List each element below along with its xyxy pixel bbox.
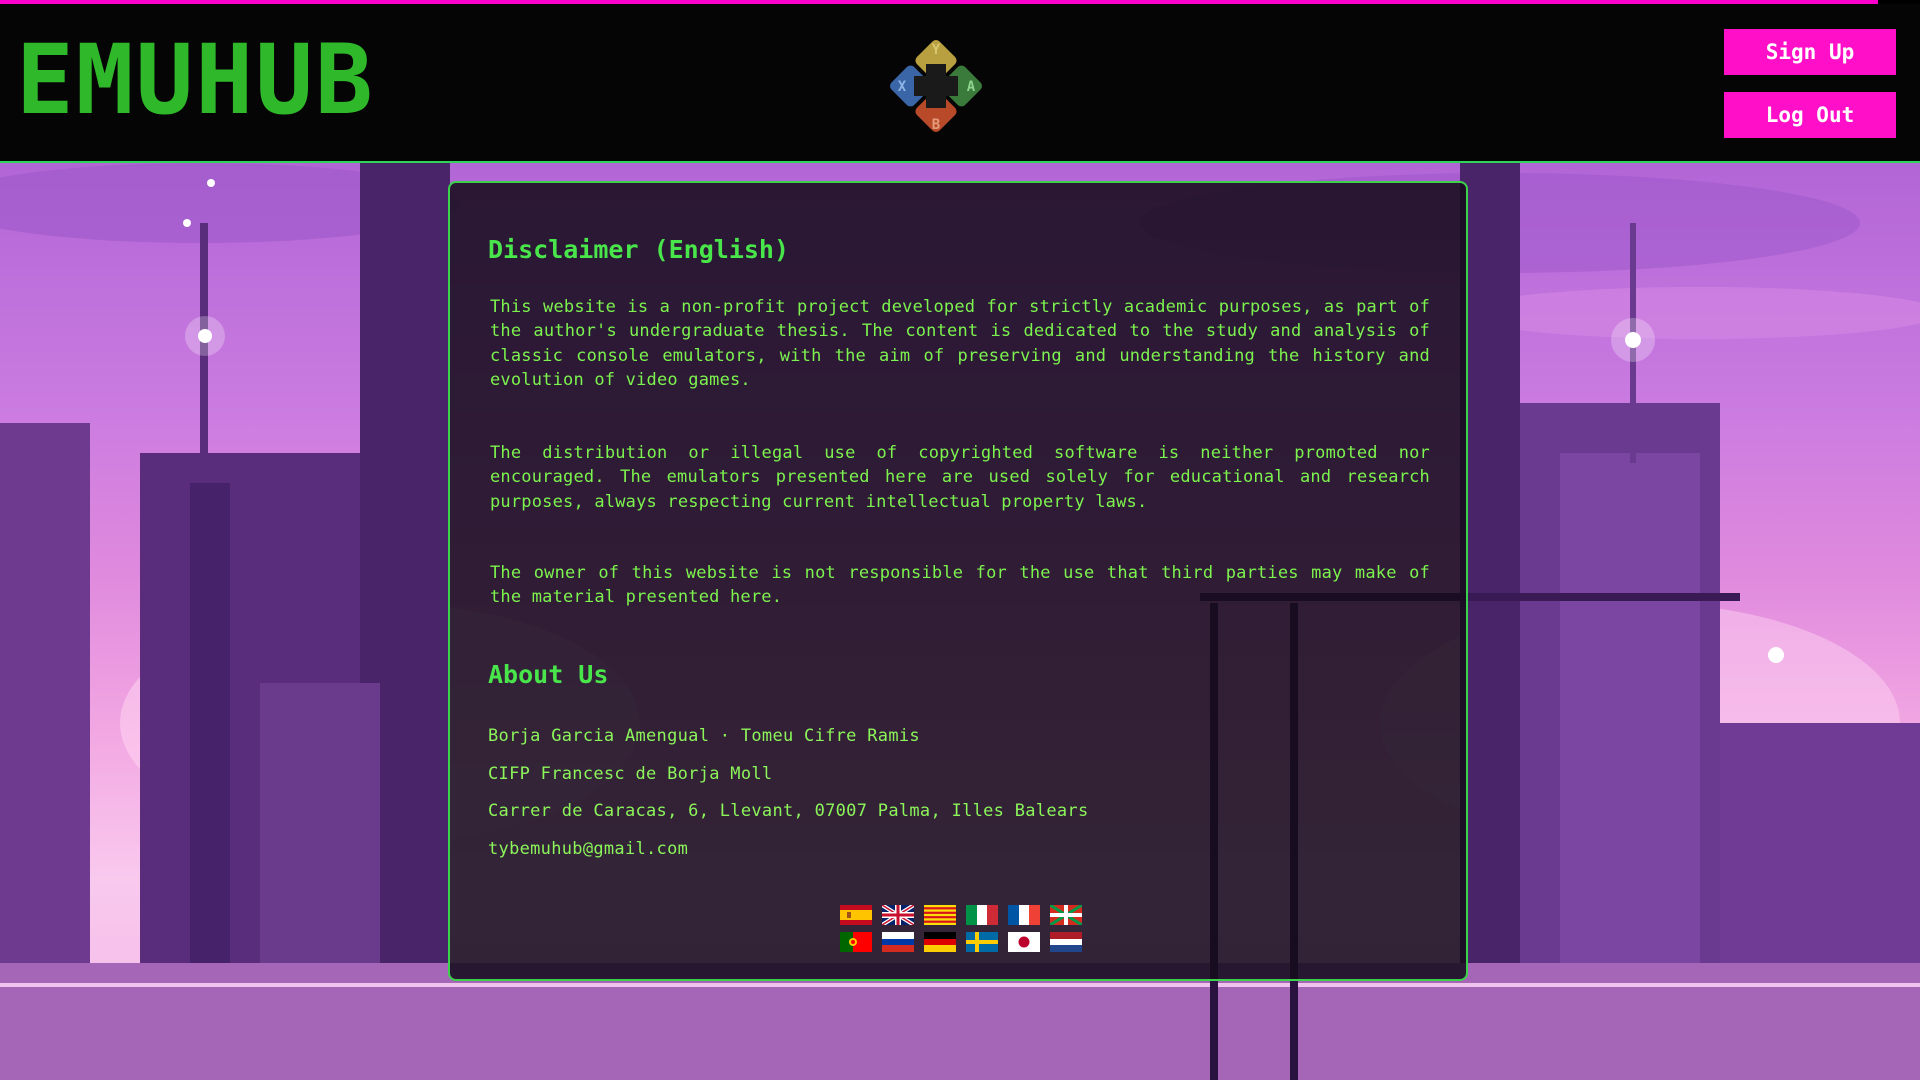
catalan-flag-icon[interactable] <box>924 905 956 925</box>
school-text: CIFP Francesc de Borja Moll <box>488 764 773 784</box>
site-header: EMUHUB Y X A B Sign Up Log Out <box>0 4 1920 163</box>
japanese-flag-icon[interactable] <box>1008 932 1040 952</box>
disclaimer-heading: Disclaimer (English) <box>488 235 790 264</box>
italian-flag-icon[interactable] <box>966 905 998 925</box>
portuguese-flag-icon[interactable] <box>840 932 872 952</box>
russian-flag-icon[interactable] <box>882 932 914 952</box>
swedish-flag-icon[interactable] <box>966 932 998 952</box>
disclaimer-panel: Disclaimer (English) This website is a n… <box>448 181 1468 981</box>
site-logo[interactable]: EMUHUB <box>16 32 375 128</box>
gamepad-buttons-logo-icon: Y X A B <box>889 39 983 133</box>
email-link[interactable]: tybemuhub@gmail.com <box>488 839 688 859</box>
emblem-a-label: A <box>967 79 976 95</box>
disclaimer-paragraph-2: The distribution or illegal use of copyr… <box>490 443 1430 512</box>
german-flag-icon[interactable] <box>924 932 956 952</box>
uk-flag-icon[interactable] <box>882 905 914 925</box>
basque-flag-icon[interactable] <box>1050 905 1082 925</box>
emblem-x-label: X <box>898 79 907 95</box>
disclaimer-paragraph-3: The owner of this website is not respons… <box>490 563 1430 608</box>
dutch-flag-icon[interactable] <box>1050 932 1082 952</box>
emblem-y-label: Y <box>932 42 941 58</box>
spanish-flag-icon[interactable] <box>840 905 872 925</box>
french-flag-icon[interactable] <box>1008 905 1040 925</box>
log-out-button[interactable]: Log Out <box>1724 92 1896 138</box>
disclaimer-paragraph-1: This website is a non-profit project dev… <box>490 297 1430 390</box>
emblem-b-label: B <box>932 117 940 133</box>
authors-text: Borja Garcia Amengual · Tomeu Cifre Rami… <box>488 726 920 746</box>
about-us-heading: About Us <box>488 660 609 689</box>
address-text: Carrer de Caracas, 6, Llevant, 07007 Pal… <box>488 801 1089 821</box>
sign-up-button[interactable]: Sign Up <box>1724 29 1896 75</box>
